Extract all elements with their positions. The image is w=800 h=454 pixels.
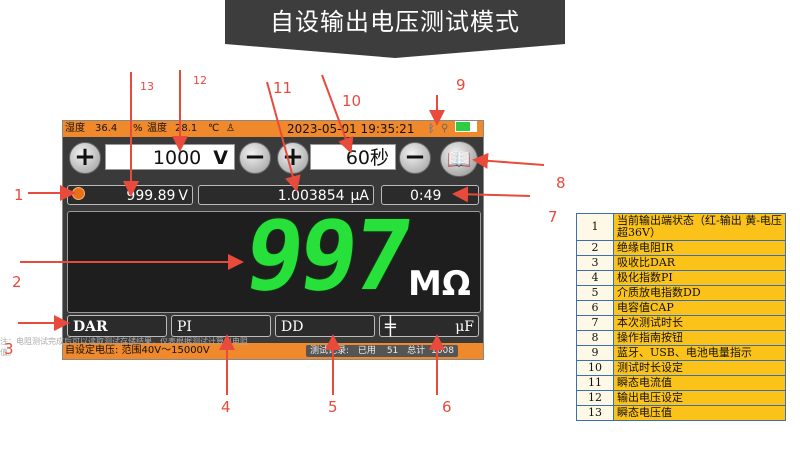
legend-row: 11 瞬态电流值 xyxy=(576,375,786,391)
arrow-8 xyxy=(472,152,545,169)
legend-row: 3 吸收比DAR xyxy=(576,255,786,271)
legend-text: 测试时长设定 xyxy=(613,360,786,376)
legend-text: 介质放电指数DD xyxy=(613,285,786,301)
legend-num: 5 xyxy=(576,285,614,301)
legend-text: 蓝牙、USB、电池电量指示 xyxy=(613,345,786,361)
legend-text: 瞬态电压值 xyxy=(613,405,786,421)
legend-num: 13 xyxy=(576,405,614,421)
legend-num: 4 xyxy=(576,270,614,286)
arrow-11 xyxy=(266,81,301,192)
legend-row: 7 本次测试时长 xyxy=(576,315,786,331)
legend-text: 绝缘电阻IR xyxy=(613,240,786,256)
legend-row: 10 测试时长设定 xyxy=(576,360,786,376)
legend-num: 11 xyxy=(576,375,614,391)
legend-text: 电容值CAP xyxy=(613,300,786,316)
callout-8: 8 xyxy=(556,174,566,192)
legend-text: 极化指数PI xyxy=(613,270,786,286)
arrow-7 xyxy=(452,186,531,203)
legend-num: 7 xyxy=(576,315,614,331)
legend-num: 12 xyxy=(576,390,614,406)
legend-text: 当前输出端状态（红-输出 黄-电压超36V） xyxy=(613,213,786,241)
legend-row: 1 当前输出端状态（红-输出 黄-电压超36V） xyxy=(576,213,786,241)
callout-7: 7 xyxy=(548,208,558,226)
legend-row: 8 操作指南按钮 xyxy=(576,330,786,346)
legend-row: 6 电容值CAP xyxy=(576,300,786,316)
legend-num: 9 xyxy=(576,345,614,361)
legend-row: 12 输出电压设定 xyxy=(576,390,786,406)
legend-text: 瞬态电流值 xyxy=(613,375,786,391)
legend-text: 操作指南按钮 xyxy=(613,330,786,346)
legend-row: 5 介质放电指数DD xyxy=(576,285,786,301)
legend-text: 输出电压设定 xyxy=(613,390,786,406)
legend-row: 4 极化指数PI xyxy=(576,270,786,286)
legend-table: 1 当前输出端状态（红-输出 黄-电压超36V） 2 绝缘电阻IR 3 吸收比DAR … xyxy=(576,213,786,421)
callout-12: 12 xyxy=(193,74,207,87)
callout-2: 2 xyxy=(12,273,22,291)
callout-11: 11 xyxy=(273,79,293,97)
callout-13: 13 xyxy=(140,80,154,93)
callout-9: 9 xyxy=(456,76,466,94)
legend-row: 2 绝缘电阻IR xyxy=(576,240,786,256)
legend-row: 9 蓝牙、USB、电池电量指示 xyxy=(576,345,786,361)
callout-10: 10 xyxy=(342,92,362,110)
legend-text: 吸收比DAR xyxy=(613,255,786,271)
callout-4: 4 xyxy=(221,398,231,416)
callout-6: 6 xyxy=(442,398,452,416)
legend-num: 3 xyxy=(576,255,614,271)
legend-text: 本次测试时长 xyxy=(613,315,786,331)
callout-1: 1 xyxy=(14,186,24,204)
legend-num: 10 xyxy=(576,360,614,376)
legend-row: 13 瞬态电压值 xyxy=(576,405,786,421)
legend-num: 1 xyxy=(576,213,614,241)
arrow-10 xyxy=(321,74,354,154)
legend-num: 6 xyxy=(576,300,614,316)
legend-num: 8 xyxy=(576,330,614,346)
legend-num: 2 xyxy=(576,240,614,256)
callout-5: 5 xyxy=(328,398,338,416)
callout-3: 3 xyxy=(4,340,14,358)
